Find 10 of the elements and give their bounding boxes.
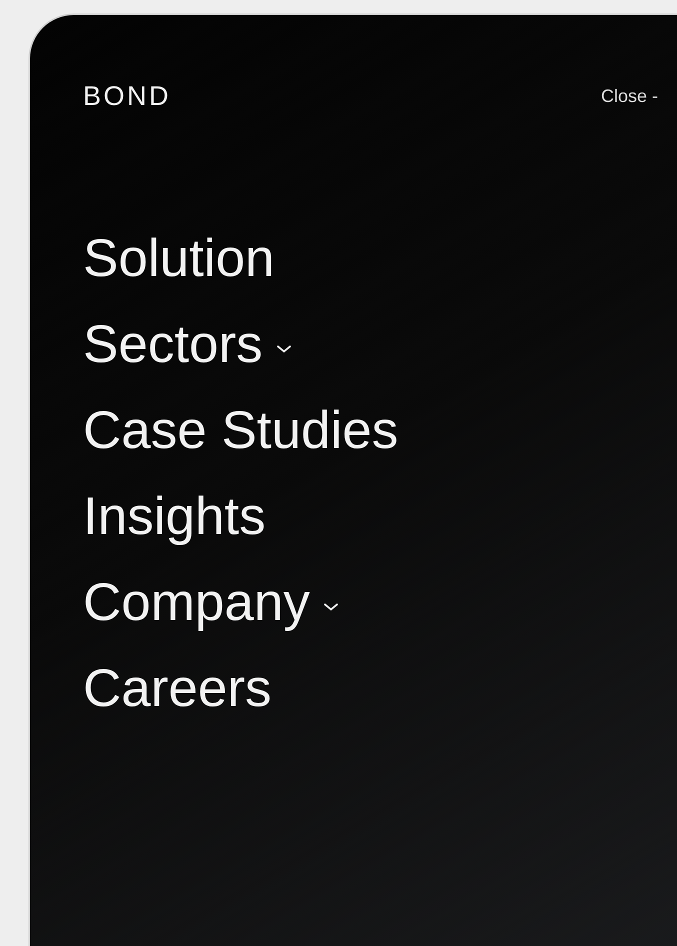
menu-item[interactable]: Case Studies <box>83 400 398 462</box>
menu-item[interactable]: Careers <box>83 658 272 720</box>
menu-item[interactable]: Solution <box>83 228 275 290</box>
menu-item[interactable]: Sectors <box>83 314 291 376</box>
menu-item[interactable]: Insights <box>83 486 266 548</box>
menu-item[interactable]: Company <box>83 572 338 634</box>
caret-icon <box>276 345 291 353</box>
close-button[interactable]: Close - <box>600 86 658 107</box>
caret-icon <box>324 603 338 611</box>
logo[interactable]: BOND <box>83 81 172 112</box>
